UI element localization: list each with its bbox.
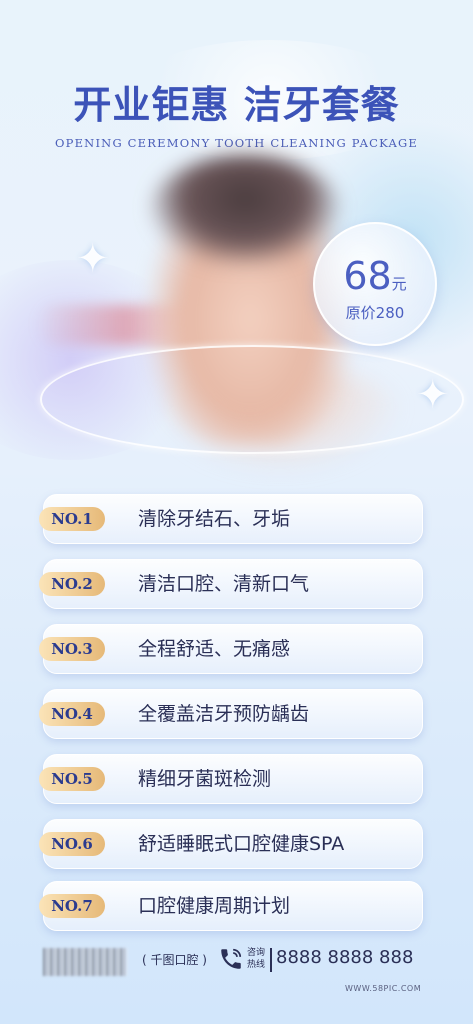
- page-title: 开业钜惠 洁牙套餐: [73, 82, 400, 127]
- website-url: WWW.58PIC.COM: [345, 984, 422, 993]
- service-item: NO.6 舒适睡眠式口腔健康SPA: [39, 819, 423, 869]
- item-text: 舒适睡眠式口腔健康SPA: [138, 833, 345, 855]
- price-value: 68: [343, 254, 392, 298]
- item-number-badge: NO.2: [39, 572, 105, 596]
- blurred-code-image: [43, 948, 127, 976]
- item-number-badge: NO.3: [39, 637, 105, 661]
- price-current: 68元: [315, 254, 435, 298]
- price-unit: 元: [391, 275, 407, 293]
- item-number-badge: NO.4: [39, 702, 105, 726]
- item-number-badge: NO.6: [39, 832, 105, 856]
- price-original: 原价280: [345, 304, 405, 322]
- item-text: 全覆盖洁牙预防龋齿: [138, 703, 310, 725]
- phone-icon: [218, 946, 244, 972]
- service-item: NO.4 全覆盖洁牙预防龋齿: [39, 689, 423, 739]
- item-text: 精细牙菌斑检测: [138, 768, 272, 790]
- portrait-hair: [150, 155, 340, 265]
- service-item: NO.7 口腔健康周期计划: [39, 881, 423, 931]
- item-number-badge: NO.1: [39, 507, 105, 531]
- item-number-badge: NO.7: [39, 894, 105, 918]
- item-text: 全程舒适、无痛感: [138, 638, 291, 660]
- decorative-ring: [40, 345, 464, 454]
- service-item: NO.2 清洁口腔、清新口气: [39, 559, 423, 609]
- page-subtitle: OPENING CEREMONY TOOTH CLEANING PACKAGE: [55, 136, 418, 150]
- brand-name: ( 千图口腔 ): [142, 953, 207, 967]
- item-number-badge: NO.5: [39, 767, 105, 791]
- price-bubble: 68元 原价280: [313, 222, 437, 346]
- poster: 开业钜惠 洁牙套餐 OPENING CEREMONY TOOTH CLEANIN…: [0, 0, 473, 1024]
- hotline-label: 咨询热线: [247, 948, 266, 970]
- sparkle-icon: ✦: [416, 372, 450, 418]
- divider: [270, 948, 272, 972]
- item-text: 清洁口腔、清新口气: [138, 573, 310, 595]
- footer: ( 千图口腔 ) 咨询热线 8888 8888 888: [40, 942, 440, 978]
- sparkle-icon: ✦: [76, 236, 110, 282]
- phone-number: 8888 8888 888: [276, 947, 414, 968]
- item-text: 口腔健康周期计划: [138, 895, 291, 917]
- service-item: NO.5 精细牙菌斑检测: [39, 754, 423, 804]
- service-item: NO.1 清除牙结石、牙垢: [39, 494, 423, 544]
- service-item: NO.3 全程舒适、无痛感: [39, 624, 423, 674]
- item-text: 清除牙结石、牙垢: [138, 508, 291, 530]
